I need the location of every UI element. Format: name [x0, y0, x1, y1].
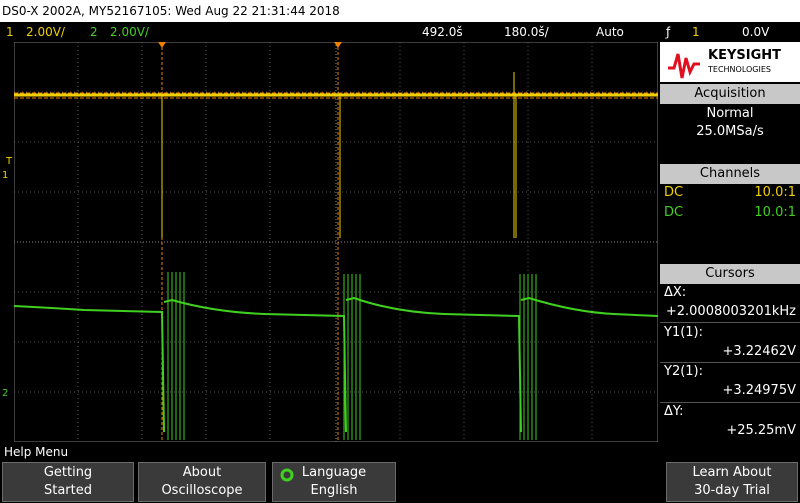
divider	[660, 362, 800, 363]
right-panel: KEYSIGHT TECHNOLOGIES Acquisition Normal…	[660, 42, 800, 442]
softkey-line: 30-day Trial	[694, 483, 770, 498]
y1-value: +3.22462V	[722, 344, 796, 359]
trigger-level[interactable]: 0.0V	[742, 22, 769, 42]
brand-logo: KEYSIGHT TECHNOLOGIES	[660, 42, 800, 82]
dx-label: ΔX:	[664, 285, 687, 300]
waveform-display[interactable]	[13, 41, 659, 443]
ch1-number[interactable]: 1	[6, 22, 14, 42]
y1-label: Y1(1):	[664, 325, 704, 340]
softkey-line: Oscilloscope	[161, 483, 243, 498]
waveform-svg	[13, 41, 659, 443]
status-bar: 1 2.00V/ 2 2.00V/ 492.0š 180.0š/ Auto ƒ …	[0, 22, 800, 42]
ch2-number[interactable]: 2	[90, 22, 98, 42]
keysight-wave-icon	[668, 53, 700, 79]
dy-value: +25.25mV	[726, 423, 796, 438]
rotate-knob-icon	[280, 468, 294, 482]
softkey-line: About	[182, 465, 222, 480]
acquisition-title: Acquisition	[660, 84, 800, 104]
title-bar: DS0-X 2002A, MY52167105: Wed Aug 22 21:3…	[0, 0, 800, 22]
help-menu-label: Help Menu	[4, 445, 69, 459]
softkey-line: Learn About	[692, 465, 772, 480]
learn-trial-softkey[interactable]: Learn About 30-day Trial	[666, 462, 798, 502]
ch2-probe: 10.0:1	[754, 205, 796, 220]
ch2-ground-marker[interactable]: 2	[2, 388, 8, 399]
ch1-coupling: DC	[664, 185, 684, 200]
divider	[660, 322, 800, 323]
ch1-ground-marker[interactable]: 1	[2, 170, 8, 181]
softkey-line: Started	[43, 483, 92, 498]
time-scale[interactable]: 180.0š/	[504, 22, 549, 42]
brand-name: KEYSIGHT	[708, 48, 781, 63]
trigger-icon: ƒ	[666, 25, 671, 39]
acq-mode: Normal	[706, 106, 754, 121]
language-softkey[interactable]: Language English	[272, 462, 396, 502]
channels-title: Channels	[660, 164, 800, 184]
getting-started-softkey[interactable]: Getting Started	[2, 462, 134, 502]
cursors-title: Cursors	[660, 264, 800, 284]
dy-label: ΔY:	[664, 404, 684, 419]
acq-rate: 25.0MSa/s	[696, 124, 764, 139]
divider	[660, 402, 800, 403]
softkey-line: English	[310, 483, 358, 498]
y2-label: Y2(1):	[664, 364, 704, 379]
time-delay[interactable]: 492.0š	[422, 22, 463, 42]
brand-sub: TECHNOLOGIES	[708, 65, 771, 74]
center-axes	[14, 42, 658, 442]
ch1-scale[interactable]: 2.00V/	[26, 22, 65, 42]
y2-value: +3.24975V	[722, 383, 796, 398]
trigger-mode[interactable]: Auto	[596, 22, 624, 42]
ch2-burst	[167, 272, 537, 440]
ch2-scale[interactable]: 2.00V/	[110, 22, 149, 42]
trigger-level-marker: T	[6, 156, 13, 167]
ch1-probe: 10.0:1	[754, 185, 796, 200]
trigger-channel[interactable]: 1	[692, 22, 700, 42]
softkey-line: Getting	[43, 465, 93, 480]
ch2-coupling: DC	[664, 205, 684, 220]
dx-value: +2.0008003201kHz	[665, 304, 796, 319]
about-oscilloscope-softkey[interactable]: About Oscilloscope	[138, 462, 266, 502]
